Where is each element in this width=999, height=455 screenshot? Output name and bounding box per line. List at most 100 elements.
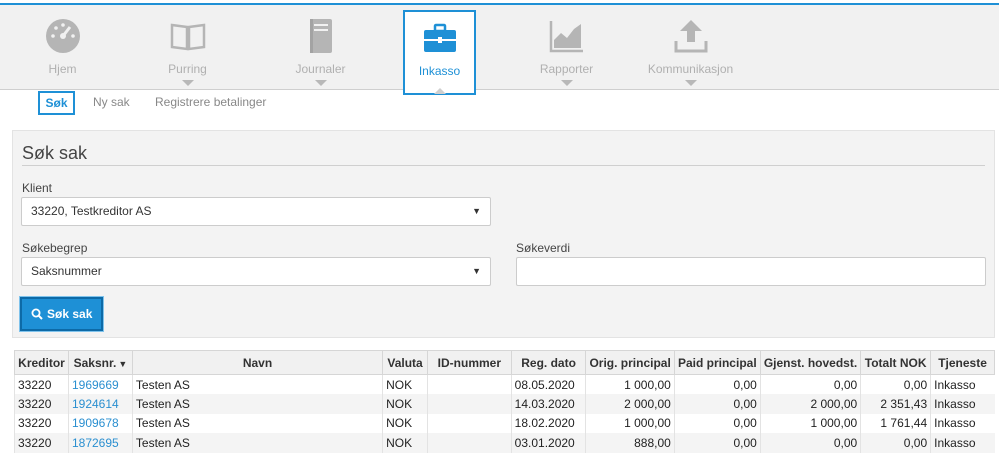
- chevron-down-icon[interactable]: [314, 80, 327, 86]
- caret-down-icon: ▼: [472, 266, 481, 276]
- chevron-down-icon[interactable]: [560, 80, 573, 86]
- results-table: Kreditor Saksnr. ▼ Navn Valuta ID-nummer …: [14, 350, 995, 453]
- column-header-id-nummer[interactable]: ID-nummer: [427, 350, 512, 375]
- cell-tjeneste: Inkasso: [930, 374, 995, 394]
- search-icon: [31, 308, 43, 320]
- search-value-label: Søkeverdi: [516, 241, 571, 255]
- cell-id-nummer: [427, 433, 512, 453]
- column-header-saksnr[interactable]: Saksnr. ▼: [67, 350, 133, 375]
- cell-paid-principal: 0,00: [673, 413, 761, 433]
- open-book-icon: [170, 23, 205, 51]
- nav-item-label: Hjem: [48, 62, 77, 76]
- nav-item-rapporter[interactable]: Rapporter: [514, 10, 619, 92]
- column-header-navn[interactable]: Navn: [131, 350, 384, 375]
- case-number-link[interactable]: 1909678: [67, 413, 133, 433]
- nav-item-inkasso[interactable]: Inkasso: [403, 10, 476, 95]
- briefcase-icon: [423, 23, 456, 52]
- nav-item-journaler[interactable]: Journaler: [268, 10, 373, 92]
- panel-title: Søk sak: [22, 143, 88, 163]
- table-header-row: Kreditor Saksnr. ▼ Navn Valuta ID-nummer …: [14, 350, 995, 375]
- cell-gjenst-hovedst: 0,00: [759, 374, 861, 394]
- cell-tjeneste: Inkasso: [930, 413, 995, 433]
- sub-navigation: Søk Ny sak Registrere betalinger: [0, 90, 999, 116]
- cell-id-nummer: [427, 374, 512, 394]
- cell-orig-principal: 888,00: [585, 433, 675, 453]
- caret-down-icon: ▼: [472, 206, 481, 216]
- nav-item-label: Purring: [168, 62, 207, 76]
- case-number-link[interactable]: 1924614: [67, 394, 133, 414]
- cell-paid-principal: 0,00: [673, 433, 761, 453]
- cell-kreditor: 33220: [14, 374, 69, 394]
- nav-item-hjem[interactable]: Hjem: [10, 10, 115, 92]
- nav-item-label: Kommunikasjon: [647, 62, 734, 76]
- case-number-link[interactable]: 1969669: [67, 374, 133, 394]
- nav-item-label: Inkasso: [418, 64, 461, 78]
- column-header-label: Saksnr.: [73, 355, 117, 370]
- area-chart-icon: [549, 21, 583, 53]
- cell-totalt-nok: 2 351,43: [860, 394, 931, 414]
- cell-navn: Testen AS: [131, 374, 383, 394]
- cell-reg-dato: 08.05.2020: [510, 374, 586, 394]
- chevron-down-icon[interactable]: [684, 80, 697, 86]
- cell-navn: Testen AS: [131, 394, 383, 414]
- case-number-link[interactable]: 1872695: [67, 433, 133, 453]
- cell-navn: Testen AS: [131, 413, 383, 433]
- search-panel: Søk sak Klient 33220, Testkreditor AS ▼ …: [12, 130, 995, 338]
- table-row: 33220 1924614 Testen AS NOK 14.03.2020 2…: [14, 394, 995, 414]
- cell-gjenst-hovedst: 0,00: [759, 433, 861, 453]
- main-navigation: Hjem Purring Journaler Inkasso Rapporter…: [0, 3, 999, 95]
- client-select-value: 33220, Testkreditor AS: [31, 204, 152, 218]
- cell-reg-dato: 18.02.2020: [510, 413, 586, 433]
- search-case-button[interactable]: Søk sak: [20, 297, 103, 331]
- cell-totalt-nok: 0,00: [860, 374, 931, 394]
- client-select[interactable]: 33220, Testkreditor AS ▼: [21, 197, 491, 226]
- chevron-down-icon[interactable]: [181, 80, 194, 86]
- nav-item-label: Rapporter: [539, 62, 594, 76]
- upload-icon: [674, 20, 707, 53]
- subnav-item-ny-sak[interactable]: Ny sak: [93, 95, 130, 109]
- column-header-kreditor[interactable]: Kreditor: [14, 350, 69, 375]
- cell-id-nummer: [427, 394, 512, 414]
- cell-totalt-nok: 0,00: [860, 433, 931, 453]
- column-header-reg-dato[interactable]: Reg. dato: [510, 350, 587, 375]
- cell-kreditor: 33220: [14, 433, 69, 453]
- nav-item-kommunikasjon[interactable]: Kommunikasjon: [638, 10, 743, 92]
- column-header-tjeneste[interactable]: Tjeneste: [930, 350, 995, 375]
- column-header-orig-principal[interactable]: Orig. principal: [585, 350, 675, 375]
- subnav-item-registrere-betalinger[interactable]: Registrere betalinger: [155, 95, 266, 109]
- search-term-select-value: Saksnummer: [31, 264, 102, 278]
- cell-valuta: NOK: [382, 394, 428, 414]
- cell-paid-principal: 0,00: [673, 374, 761, 394]
- nav-item-purring[interactable]: Purring: [135, 10, 240, 92]
- subnav-item-sok[interactable]: Søk: [38, 91, 75, 115]
- cell-orig-principal: 1 000,00: [585, 413, 675, 433]
- cell-kreditor: 33220: [14, 394, 69, 414]
- column-header-valuta[interactable]: Valuta: [382, 350, 429, 375]
- search-value-input[interactable]: [516, 257, 986, 286]
- cell-tjeneste: Inkasso: [930, 433, 995, 453]
- search-term-select[interactable]: Saksnummer ▼: [21, 257, 491, 286]
- cell-valuta: NOK: [382, 433, 428, 453]
- cell-valuta: NOK: [382, 413, 428, 433]
- divider: [22, 165, 985, 166]
- table-row: 33220 1909678 Testen AS NOK 18.02.2020 1…: [14, 413, 995, 433]
- dashboard-gauge-icon: [45, 19, 80, 53]
- cell-gjenst-hovedst: 2 000,00: [759, 394, 861, 414]
- sort-descending-icon: ▼: [118, 358, 128, 369]
- client-label: Klient: [22, 181, 53, 195]
- column-header-gjenst-hovedst[interactable]: Gjenst. hovedst.: [759, 350, 862, 375]
- cell-navn: Testen AS: [131, 433, 383, 453]
- cell-orig-principal: 2 000,00: [585, 394, 675, 414]
- cell-orig-principal: 1 000,00: [585, 374, 675, 394]
- table-row: 33220 1969669 Testen AS NOK 08.05.2020 1…: [14, 374, 995, 394]
- column-header-totalt-nok[interactable]: Totalt NOK: [860, 350, 932, 375]
- notebook-icon: [309, 19, 332, 53]
- cell-reg-dato: 14.03.2020: [510, 394, 586, 414]
- cell-totalt-nok: 1 761,44: [860, 413, 931, 433]
- nav-item-label: Journaler: [295, 62, 346, 76]
- cell-paid-principal: 0,00: [673, 394, 761, 414]
- cell-tjeneste: Inkasso: [930, 394, 995, 414]
- cell-kreditor: 33220: [14, 413, 69, 433]
- column-header-paid-principal[interactable]: Paid principal: [673, 350, 761, 375]
- cell-valuta: NOK: [382, 374, 428, 394]
